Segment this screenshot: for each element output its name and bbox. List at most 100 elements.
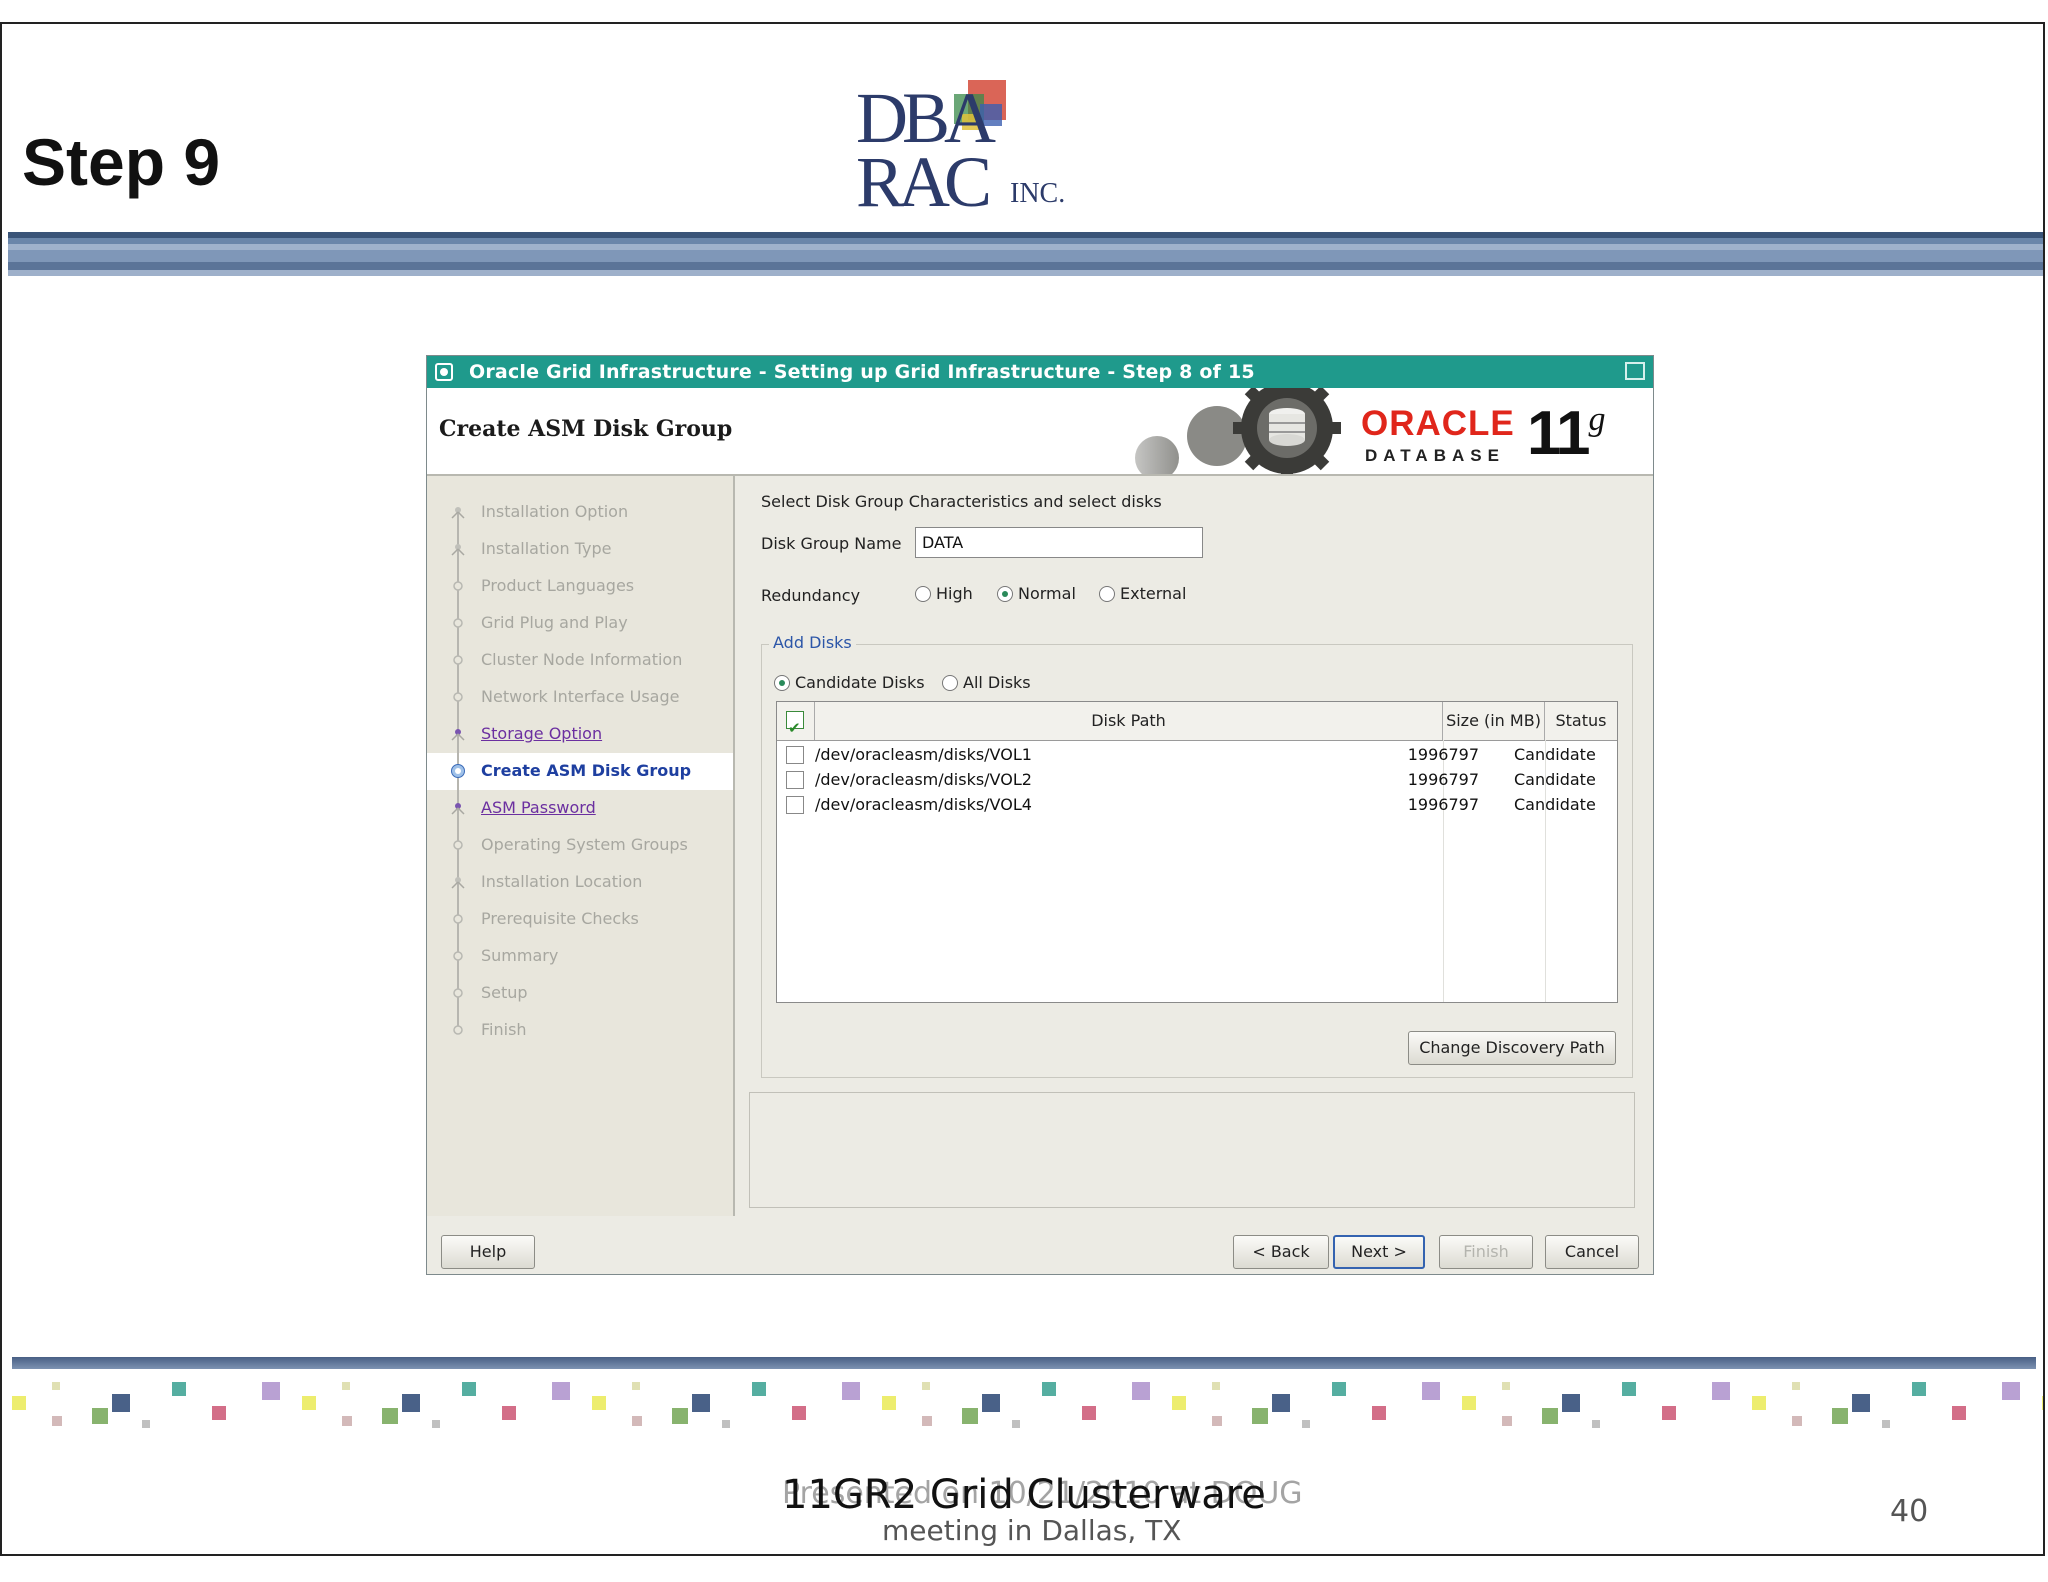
sidebar-step[interactable]: Storage Option [427, 716, 733, 753]
radio-label: Normal [1018, 584, 1076, 603]
sidebar-step-label: Grid Plug and Play [481, 613, 628, 632]
sidebar-step-label: Prerequisite Checks [481, 909, 639, 928]
step-node-icon [451, 544, 465, 556]
sidebar-step: Finish [427, 1012, 733, 1049]
radio-candidate-disks[interactable]: Candidate Disks [774, 673, 925, 692]
sidebar-step[interactable]: ASM Password [427, 790, 733, 827]
disk-size-cell: 1996797 [1407, 770, 1479, 789]
sidebar-step-label: Create ASM Disk Group [481, 761, 692, 780]
svg-text:INC.: INC. [1010, 178, 1065, 209]
step-node-icon [453, 618, 463, 628]
finish-button[interactable]: Finish [1439, 1235, 1533, 1269]
sidebar-step: Installation Option [427, 494, 733, 531]
row-checkbox[interactable] [786, 746, 804, 764]
radio-circle[interactable] [1099, 586, 1115, 602]
sidebar-step-label: Storage Option [481, 724, 603, 743]
sidebar-step: Operating System Groups [427, 827, 733, 864]
sidebar-step-label: Installation Type [481, 539, 612, 558]
radio-all-disks[interactable]: All Disks [942, 673, 1031, 692]
version-11g: 11g [1527, 398, 1606, 469]
column-header-disk-path[interactable]: Disk Path [815, 702, 1443, 740]
radio-redundancy-high[interactable]: High [915, 584, 973, 603]
sidebar-step-label: Summary [481, 946, 559, 965]
step-node-icon [451, 803, 465, 815]
disk-status-cell: Candidate [1514, 795, 1596, 814]
step-node-icon [453, 1025, 463, 1035]
table-row[interactable]: /dev/oracleasm/disks/VOL1 1996797 Candidat… [777, 742, 1617, 767]
window-title: Oracle Grid Infrastructure - Setting up … [469, 361, 1255, 383]
radio-circle[interactable] [942, 675, 958, 691]
radio-circle[interactable] [997, 586, 1013, 602]
table-header: Disk Path Size (in MB) Status [777, 702, 1617, 747]
row-checkbox[interactable] [786, 771, 804, 789]
radio-circle[interactable] [915, 586, 931, 602]
step-node-icon [453, 951, 463, 961]
sidebar-step-label: Product Languages [481, 576, 635, 595]
message-panel [749, 1092, 1635, 1208]
disk-path-cell: /dev/oracleasm/disks/VOL2 [815, 770, 1032, 789]
version-number: 11 [1527, 399, 1591, 468]
radio-label: Candidate Disks [795, 673, 925, 692]
sidebar-step: Installation Type [427, 531, 733, 568]
sidebar-step-label: ASM Password [481, 798, 596, 817]
sidebar-step-label: Finish [481, 1020, 527, 1039]
svg-text:RAC: RAC [856, 142, 989, 214]
slide: Step 9 DBA RAC INC. Oracle Grid Infrastr… [0, 22, 2045, 1556]
sidebar-step: Network Interface Usage [427, 679, 733, 716]
sidebar-step-label: Operating System Groups [481, 835, 688, 854]
window-titlebar[interactable]: Oracle Grid Infrastructure - Setting up … [427, 356, 1653, 388]
disk-group-name-input[interactable]: DATA [915, 527, 1203, 558]
dialog-header: Create ASM Disk Group ORACLE DATABASE 11… [427, 388, 1653, 476]
step-node-icon [451, 877, 465, 889]
page-number: 40 [1890, 1494, 1929, 1529]
sidebar-step-label: Installation Location [481, 872, 643, 891]
step-node-icon [451, 729, 465, 741]
step-node-icon [451, 507, 465, 519]
sidebar-step: Prerequisite Checks [427, 901, 733, 938]
slide-title: Step 9 [22, 125, 221, 199]
radio-circle[interactable] [774, 675, 790, 691]
page-heading: Create ASM Disk Group [439, 416, 733, 442]
main-panel: Select Disk Group Characteristics and se… [737, 476, 1653, 1216]
database-wordmark: DATABASE [1365, 446, 1505, 465]
disks-table: Disk Path Size (in MB) Status /dev/oracl… [776, 701, 1618, 1003]
select-all-cell [777, 702, 815, 747]
sidebar-step-label: Network Interface Usage [481, 687, 680, 706]
decorative-squares [12, 1382, 2043, 1428]
radio-label: All Disks [963, 673, 1031, 692]
radio-redundancy-external[interactable]: External [1099, 584, 1186, 603]
column-header-size[interactable]: Size (in MB) [1443, 702, 1545, 740]
disk-size-cell: 1996797 [1407, 745, 1479, 764]
sidebar-step: Setup [427, 975, 733, 1012]
column-header-status[interactable]: Status [1545, 702, 1617, 740]
step-node-icon [453, 581, 463, 591]
radio-redundancy-normal[interactable]: Normal [997, 584, 1076, 603]
step-node-icon [453, 840, 463, 850]
sidebar-step-label: Setup [481, 983, 528, 1002]
add-disks-legend: Add Disks [769, 633, 856, 652]
disk-path-cell: /dev/oracleasm/disks/VOL4 [815, 795, 1032, 814]
table-row[interactable]: /dev/oracleasm/disks/VOL4 1996797 Candidat… [777, 792, 1617, 817]
next-button[interactable]: Next > [1333, 1235, 1425, 1269]
radio-label: High [936, 584, 973, 603]
step-node-icon [453, 692, 463, 702]
step-node-icon [453, 988, 463, 998]
sidebar-step-label: Installation Option [481, 502, 629, 521]
instructions-text: Select Disk Group Characteristics and se… [761, 492, 1162, 511]
version-suffix: g [1588, 401, 1606, 438]
change-discovery-path-button[interactable]: Change Discovery Path [1408, 1031, 1616, 1065]
sidebar-step: Grid Plug and Play [427, 605, 733, 642]
sidebar-step[interactable]: Create ASM Disk Group [427, 753, 733, 790]
row-checkbox[interactable] [786, 796, 804, 814]
maximize-icon[interactable] [1625, 362, 1645, 380]
add-disks-group: Candidate Disks All Disks Disk Path Size… [761, 644, 1633, 1078]
steps-list: Installation Option Installation Type Prod… [427, 494, 733, 1049]
disk-status-cell: Candidate [1514, 745, 1596, 764]
sidebar-step: Product Languages [427, 568, 733, 605]
cancel-button[interactable]: Cancel [1545, 1235, 1639, 1269]
help-button[interactable]: Help [441, 1235, 535, 1269]
back-button[interactable]: < Back [1233, 1235, 1329, 1269]
footer-subtitle: meeting in Dallas, TX [882, 1514, 1182, 1547]
table-row[interactable]: /dev/oracleasm/disks/VOL2 1996797 Candidat… [777, 767, 1617, 792]
select-all-checkbox[interactable] [786, 709, 804, 747]
